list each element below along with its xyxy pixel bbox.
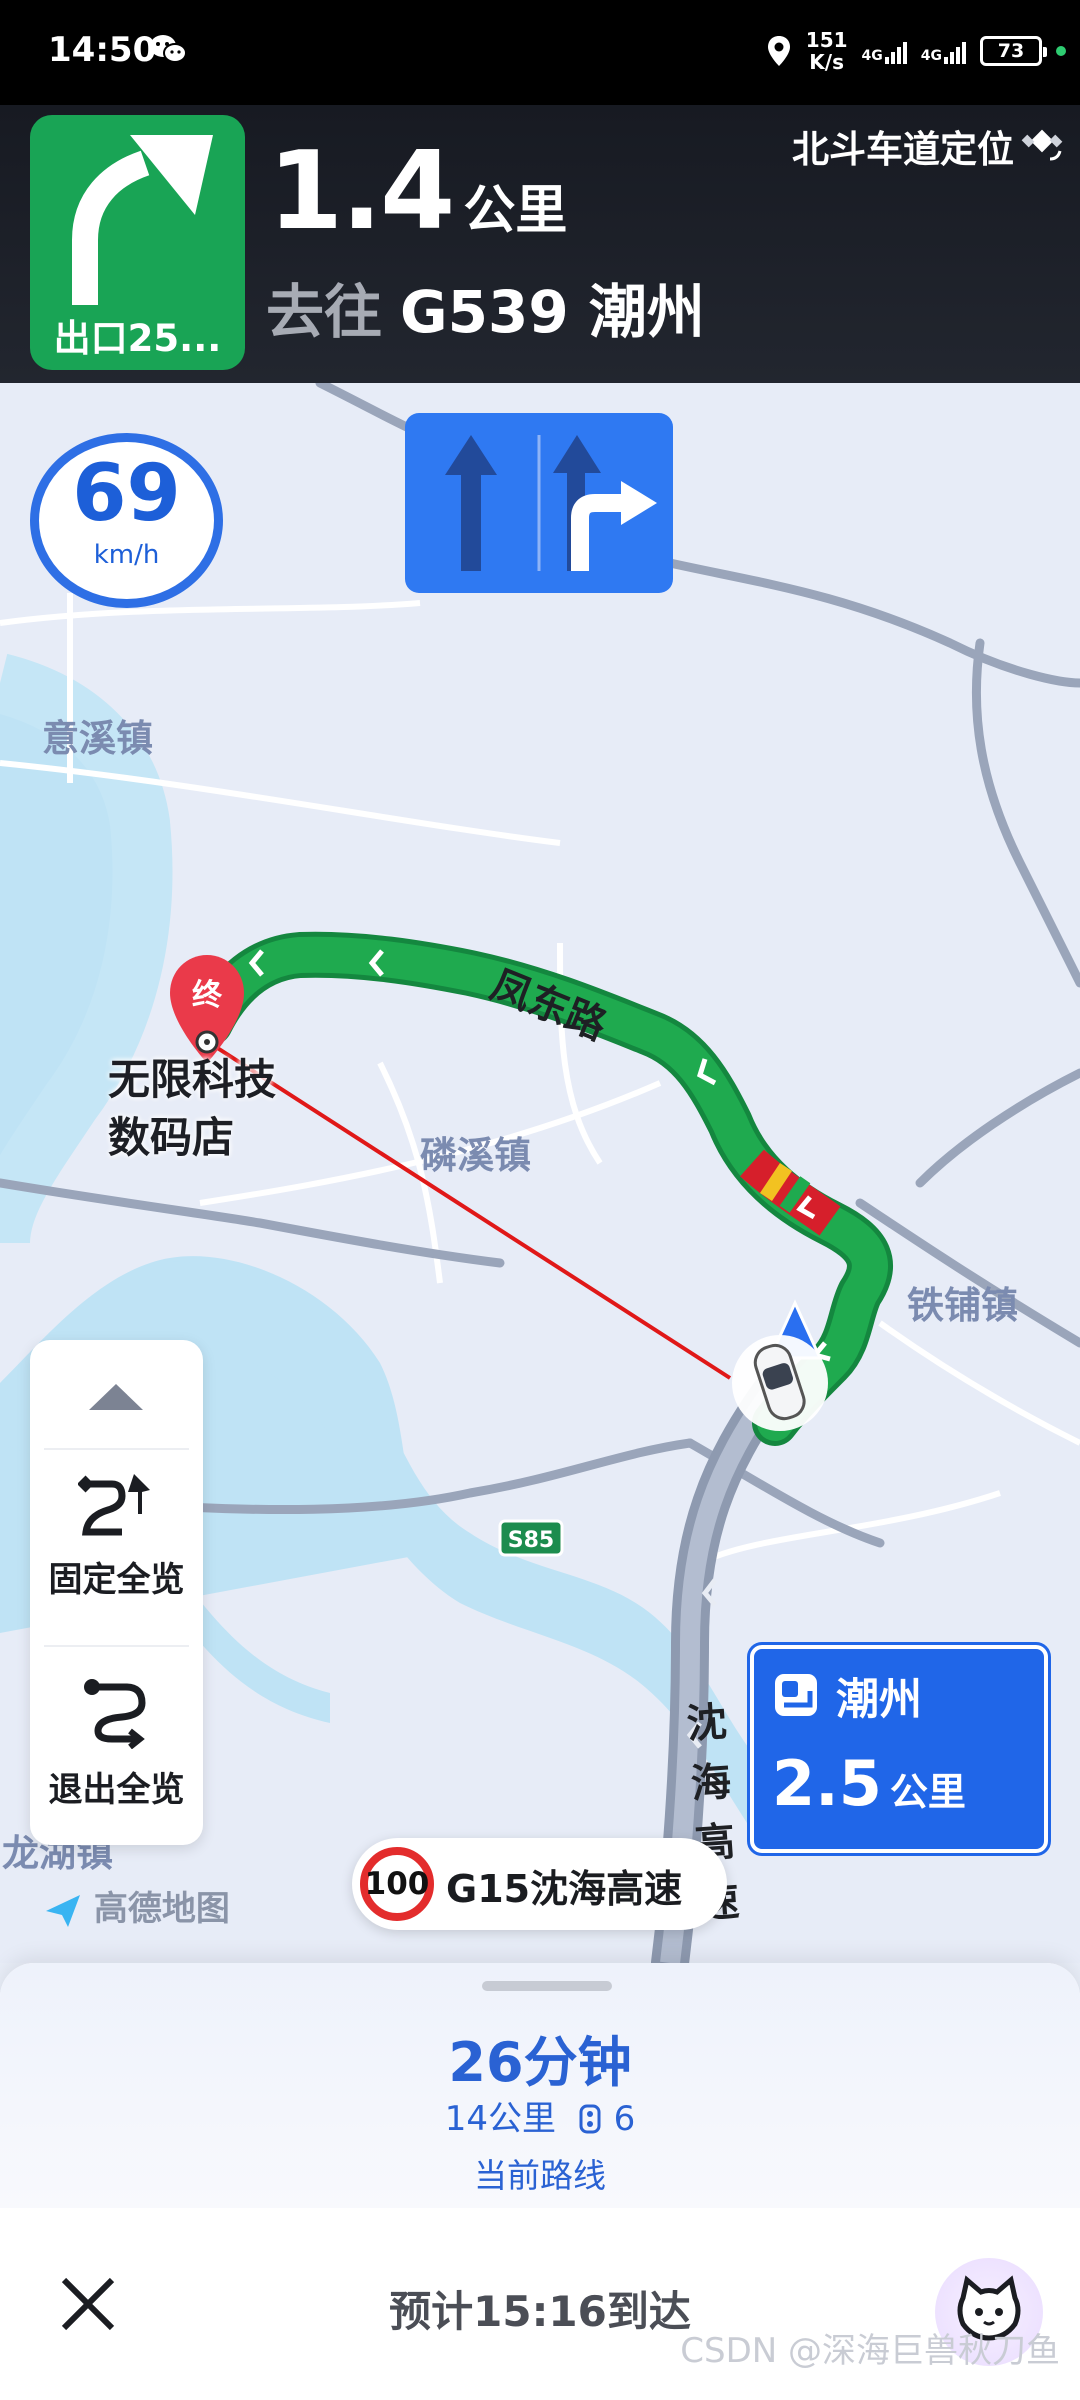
- status-time: 14:50: [48, 30, 157, 70]
- lane-arrows-icon: [445, 435, 657, 571]
- eta-duration: 26分钟: [448, 2031, 632, 2094]
- status-bar: 14:50 151 K/s 4G 4G 73: [0, 0, 1080, 105]
- collapse-up-icon[interactable]: [85, 1380, 147, 1414]
- traffic-light-icon: [579, 2104, 601, 2134]
- speed-limit-sign: 100: [360, 1847, 434, 1921]
- drag-handle[interactable]: [482, 1981, 612, 1991]
- destination-marker-text: 终: [192, 978, 223, 1013]
- divider: [44, 1448, 189, 1450]
- signal-2: 4G: [921, 38, 966, 64]
- signal-bars-icon: [944, 38, 966, 64]
- highway-shield-s85: S85: [498, 1519, 564, 1557]
- turn-instruction[interactable]: 出口25...: [30, 115, 245, 370]
- route-summary[interactable]: 26分钟 14公里 6 当前路线: [0, 1963, 1080, 2208]
- amap-logo-icon: [46, 1894, 80, 1927]
- fixed-overview-button[interactable]: 固定全览: [30, 1552, 203, 1601]
- exit-label: 出口25...: [53, 317, 222, 360]
- exit-overview-icon: [84, 1679, 146, 1749]
- battery-icon: 73: [980, 36, 1047, 66]
- direction-sign: 潮州 2.5 公里: [747, 1642, 1051, 1856]
- current-road-name: G15沈海高速: [446, 1867, 683, 1911]
- overview-controls: 固定全览 退出全览: [30, 1340, 203, 1845]
- lane-guidance: [405, 413, 673, 593]
- net-speed: 151 K/s: [805, 28, 848, 74]
- wechat-icon: [150, 35, 187, 63]
- privacy-indicator: [1056, 46, 1066, 56]
- current-speed: 69 km/h: [30, 433, 223, 608]
- toward-road: 去往 G539 潮州: [266, 278, 705, 346]
- route-panel: 26分钟 14公里 6 当前路线 预计15:16到达 CSDN @深海巨兽秋刀鱼: [0, 1963, 1080, 2400]
- divider: [44, 1645, 189, 1647]
- place-label: 磷溪镇: [420, 1134, 531, 1177]
- exit-overview-button[interactable]: 退出全览: [30, 1762, 203, 1811]
- svg-text:S85: S85: [508, 1528, 554, 1553]
- car-position-icon: [732, 1299, 828, 1431]
- destination-name[interactable]: 无限科技 数码店: [108, 1051, 276, 1167]
- place-label: 铁铺镇: [907, 1284, 1018, 1327]
- fixed-overview-icon: [78, 1474, 150, 1536]
- distance-to-turn: 1.4 公里: [268, 129, 568, 254]
- location-icon: [767, 36, 790, 66]
- right-turn-arrow-icon: [72, 135, 213, 305]
- signal-bars-icon: [884, 38, 907, 64]
- watermark: CSDN @深海巨兽秋刀鱼: [680, 2331, 1060, 2371]
- amap-logo: 高德地图: [44, 1881, 230, 1930]
- eta-details: 14公里 6: [444, 2099, 636, 2139]
- signal-1: 4G: [862, 38, 907, 64]
- current-route-label: 当前路线: [474, 2156, 606, 2195]
- city-sign-icon: [775, 1674, 817, 1716]
- place-label: 意溪镇: [42, 717, 153, 760]
- guidance-header: 出口25... 1.4 公里 去往 G539 潮州 北斗车道定位: [0, 105, 1080, 383]
- beidou-lane-positioning[interactable]: 北斗车道定位: [792, 119, 1014, 173]
- current-road-pill: 100 G15沈海高速: [352, 1838, 727, 1930]
- map-view[interactable]: 终 S85 69 km/h 意溪镇 磷溪镇 铁铺镇 龙湖镇 无限科技 数码店 凤…: [0, 383, 1080, 1963]
- satellite-icon[interactable]: [1020, 119, 1066, 165]
